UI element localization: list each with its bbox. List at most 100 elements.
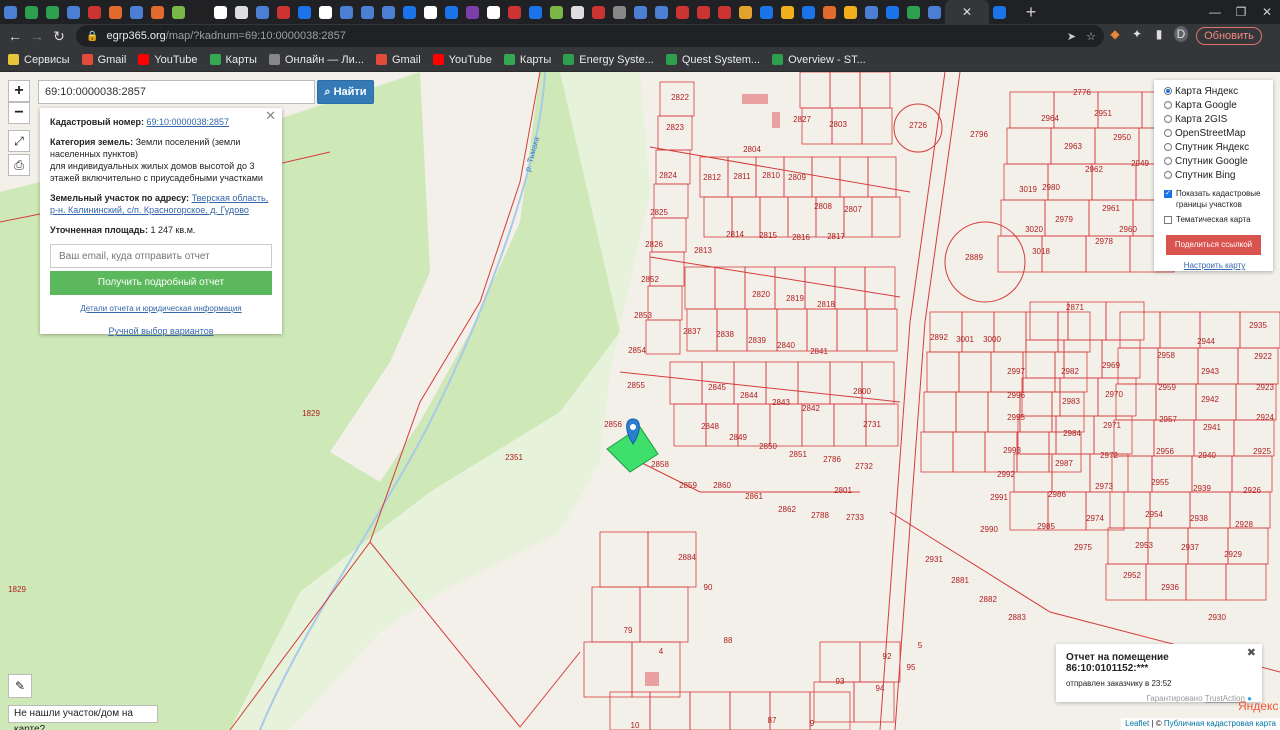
browser-tab[interactable] (735, 0, 756, 24)
layer-option[interactable]: Спутник Bing (1164, 168, 1265, 182)
browser-tab[interactable] (693, 0, 714, 24)
browser-tab[interactable] (651, 0, 672, 24)
bookmark-item[interactable]: Gmail (375, 54, 421, 66)
bookmark-item[interactable]: Сервисы (8, 54, 70, 66)
layer-option[interactable]: Спутник Яндекс (1164, 140, 1265, 154)
show-borders-option[interactable]: Показать кадастровые границы участков (1164, 188, 1265, 210)
browser-tab[interactable] (483, 0, 504, 24)
layer-option[interactable]: Спутник Google (1164, 154, 1265, 168)
browser-tab[interactable] (756, 0, 777, 24)
browser-tab[interactable] (861, 0, 882, 24)
cadastral-link[interactable]: 69:10:0000038:2857 (146, 117, 229, 127)
browser-tab[interactable] (231, 0, 252, 24)
send-icon[interactable]: ➤ (1067, 30, 1076, 43)
browser-tab[interactable] (903, 0, 924, 24)
browser-tab[interactable] (546, 0, 567, 24)
customize-map-link[interactable]: Настроить карту (1164, 261, 1265, 270)
browser-tab[interactable] (273, 0, 294, 24)
browser-tab[interactable] (567, 0, 588, 24)
get-report-button[interactable]: Получить подробный отчет (50, 271, 272, 295)
zoom-in-button[interactable]: + (8, 80, 30, 102)
forward-icon[interactable]: → (26, 28, 48, 44)
bookmark-item[interactable]: Overview - ST... (772, 54, 866, 66)
maximize-icon[interactable]: ❐ (1228, 5, 1254, 19)
edit-pencil-icon[interactable]: ✎ (8, 674, 32, 698)
bookmark-item[interactable]: Карты (209, 54, 257, 66)
close-toast-icon[interactable]: ✖ (1247, 646, 1256, 659)
browser-tab[interactable] (672, 0, 693, 24)
layer-radio[interactable] (1164, 101, 1172, 109)
show-borders-checkbox[interactable] (1164, 188, 1172, 199)
share-link-button[interactable]: Поделиться ссылкой (1166, 235, 1261, 255)
browser-tab[interactable] (357, 0, 378, 24)
layer-option[interactable]: Карта Яндекс (1164, 84, 1265, 98)
browser-tab[interactable] (378, 0, 399, 24)
thematic-checkbox[interactable] (1164, 216, 1172, 224)
new-tab-icon[interactable]: + (1018, 2, 1044, 23)
bookmark-star-icon[interactable]: ☆ (1086, 30, 1096, 43)
leaflet-link[interactable]: Leaflet (1125, 719, 1149, 728)
browser-tab[interactable] (315, 0, 336, 24)
layer-radio[interactable] (1164, 115, 1172, 123)
layer-option[interactable]: Карта 2GIS (1164, 112, 1265, 126)
browser-tab[interactable] (819, 0, 840, 24)
browser-tab[interactable] (399, 0, 420, 24)
close-tab-icon[interactable]: ✕ (962, 5, 972, 19)
layer-radio[interactable] (1164, 143, 1172, 151)
browser-tab[interactable] (336, 0, 357, 24)
active-tab[interactable]: ✕ (945, 0, 989, 24)
browser-tab[interactable] (777, 0, 798, 24)
browser-tab[interactable] (126, 0, 147, 24)
browser-tab[interactable] (294, 0, 315, 24)
avatar[interactable]: D (1174, 26, 1188, 42)
browser-tab[interactable] (798, 0, 819, 24)
bookmark-item[interactable]: Gmail (81, 54, 126, 66)
thematic-option[interactable]: Тематическая карта (1164, 214, 1265, 225)
search-input[interactable] (38, 80, 315, 104)
address-bar[interactable]: 🔒 egrp365.org/map/?kadnum=69:10:0000038:… (76, 25, 1104, 47)
bookmark-item[interactable]: YouTube (432, 54, 492, 66)
manual-select-link[interactable]: Ручной выбор вариантов (108, 326, 213, 336)
extensions-puzzle-icon[interactable]: ✦ (1130, 27, 1144, 41)
browser-tab[interactable] (168, 0, 189, 24)
bookmark-item[interactable]: Energy Syste... (563, 54, 654, 66)
browser-tab[interactable] (63, 0, 84, 24)
layer-radio[interactable] (1164, 157, 1172, 165)
layer-radio[interactable] (1164, 171, 1172, 179)
fullscreen-icon[interactable]: ⤢ (8, 130, 30, 152)
bookmark-item[interactable]: Онлайн — Ли... (268, 54, 364, 66)
browser-tab[interactable] (189, 0, 210, 24)
search-button[interactable]: ⌕ Найти (317, 80, 374, 104)
bookmark-item[interactable]: Карты (503, 54, 551, 66)
close-window-icon[interactable]: ✕ (1254, 5, 1280, 19)
layer-option[interactable]: Карта Google (1164, 98, 1265, 112)
browser-tab[interactable] (441, 0, 462, 24)
bookmark-item[interactable]: YouTube (138, 54, 198, 66)
zoom-out-button[interactable]: − (8, 102, 30, 124)
browser-tab[interactable] (0, 0, 21, 24)
browser-tab[interactable] (21, 0, 42, 24)
browser-tab[interactable] (882, 0, 903, 24)
layer-option[interactable]: OpenStreetMap (1164, 126, 1265, 140)
browser-tab[interactable] (525, 0, 546, 24)
minimize-icon[interactable]: — (1202, 5, 1228, 19)
browser-tab[interactable] (504, 0, 525, 24)
close-icon[interactable]: ✕ (265, 109, 276, 122)
bookmark-item[interactable]: Quest System... (665, 54, 760, 66)
sidebar-icon[interactable]: ▮ (1152, 27, 1166, 41)
print-icon[interactable]: ⎙ (8, 154, 30, 176)
cadastral-source-link[interactable]: Публичная кадастровая карта (1164, 719, 1276, 728)
browser-tab[interactable] (84, 0, 105, 24)
browser-tab[interactable] (252, 0, 273, 24)
browser-tab[interactable] (609, 0, 630, 24)
browser-tab[interactable] (924, 0, 945, 24)
back-icon[interactable]: ← (4, 28, 26, 44)
browser-tab[interactable] (210, 0, 231, 24)
browser-tab[interactable] (840, 0, 861, 24)
browser-tab[interactable] (714, 0, 735, 24)
details-link[interactable]: Детали отчета и юридическая информация (80, 304, 241, 313)
not-found-button[interactable]: Не нашли участок/дом на карте? (8, 705, 158, 730)
layer-radio[interactable] (1164, 129, 1172, 137)
browser-tab[interactable] (462, 0, 483, 24)
email-field[interactable] (50, 244, 272, 268)
